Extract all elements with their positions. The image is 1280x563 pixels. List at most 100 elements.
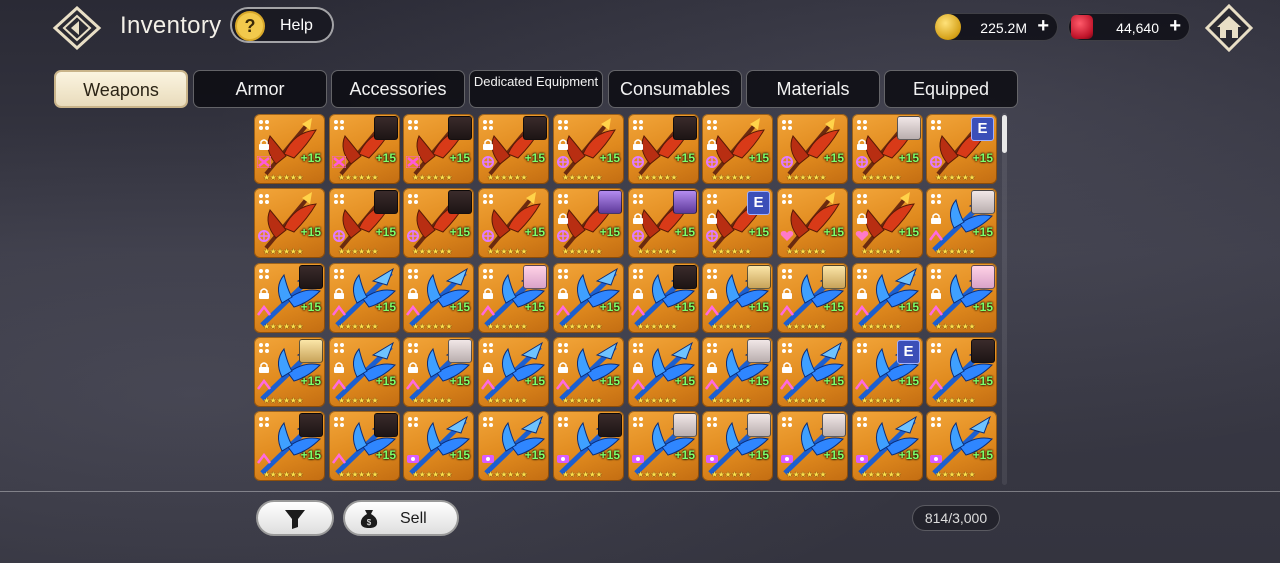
inventory-item[interactable]: +15 ★★★★★★ <box>553 411 624 481</box>
home-button[interactable] <box>1204 3 1254 53</box>
cross-class-icon <box>332 305 346 316</box>
inventory-item[interactable]: +15 ★★★★★★ <box>553 188 624 258</box>
enhance-level: +15 <box>748 151 769 165</box>
inventory-item[interactable]: +15 ★★★★★★ <box>777 188 848 258</box>
enhance-level: +15 <box>449 374 470 388</box>
hero-portrait <box>598 190 622 214</box>
inventory-item[interactable]: +15 ★★★★★★ <box>329 188 400 258</box>
inventory-item[interactable]: +15 ★★★★★★ <box>329 411 400 481</box>
inventory-item[interactable]: +15 ★★★★★★ <box>702 337 773 407</box>
inventory-item[interactable]: +15 ★★★★★★ <box>926 337 997 407</box>
inventory-item[interactable]: +15 ★★★★★★ <box>478 337 549 407</box>
inventory-item[interactable]: +15 ★★★★★★ <box>403 411 474 481</box>
option-dots-icon <box>558 343 570 355</box>
inventory-item[interactable]: +15 ★★★★★★ <box>478 114 549 184</box>
inventory-item[interactable]: +15 ★★★★★★ <box>777 337 848 407</box>
inventory-item[interactable]: +15 ★★★★★★ <box>852 188 923 258</box>
inventory-item[interactable]: +15 ★★★★★★ <box>852 114 923 184</box>
star-rating: ★★★★★★ <box>711 173 752 182</box>
inventory-item[interactable]: +15 ★★★★★★ <box>852 263 923 333</box>
tab-armor[interactable]: Armor <box>193 70 327 108</box>
star-rating: ★★★★★★ <box>338 247 379 256</box>
filter-button[interactable] <box>256 500 334 536</box>
inventory-item[interactable]: +15 ★★★★★★ <box>254 263 325 333</box>
sell-button[interactable]: $ Sell <box>343 500 459 536</box>
inventory-item[interactable]: +15 ★★★★★★ <box>553 263 624 333</box>
option-dots-icon <box>334 269 346 281</box>
inventory-item[interactable]: +15 ★★★★★★ <box>926 411 997 481</box>
tab-dedicated-equipment[interactable]: Dedicated Equipment <box>469 70 603 108</box>
inventory-item[interactable]: +15 ★★★★★★ <box>254 411 325 481</box>
hero-portrait <box>598 413 622 437</box>
inventory-grid[interactable]: +15 ★★★★★★ +15 ★★★★★★ +15 ★★★★★★ +15 ★★★★★★ +15 ★… <box>254 113 1000 485</box>
enhance-level: +15 <box>300 300 321 314</box>
inventory-item[interactable]: +15 ★★★★★★ <box>926 263 997 333</box>
tab-consumables[interactable]: Consumables <box>608 70 742 108</box>
inventory-item[interactable]: +15 ★★★★★★ <box>329 114 400 184</box>
inventory-item[interactable]: +15 ★★★★★★ <box>553 114 624 184</box>
add-gold-button[interactable]: + <box>1037 15 1049 38</box>
inventory-item[interactable]: +15 ★★★★★★ <box>702 114 773 184</box>
inventory-item[interactable]: +15 ★★★★★★ <box>777 411 848 481</box>
inventory-item[interactable]: +15 ★★★★★★ <box>852 411 923 481</box>
enhance-level: +15 <box>375 225 396 239</box>
inventory-item[interactable]: +15 ★★★★★★ <box>254 337 325 407</box>
cross-class-icon <box>556 305 570 316</box>
inventory-item[interactable]: +15 ★★★★★★ <box>628 337 699 407</box>
inventory-item[interactable]: +15 ★★★★★★ <box>702 263 773 333</box>
scrollbar-thumb[interactable] <box>1002 115 1007 153</box>
gem-currency[interactable]: 44,640 + <box>1068 13 1190 41</box>
inventory-item[interactable]: +15 ★★★★★★ <box>478 411 549 481</box>
inventory-item[interactable]: +15 ★★★★★★ <box>628 411 699 481</box>
lock-icon <box>259 288 269 299</box>
option-dots-icon <box>782 269 794 281</box>
hero-portrait <box>822 413 846 437</box>
inventory-item[interactable]: +15 ★★★★★★ <box>403 337 474 407</box>
lock-icon <box>707 139 717 150</box>
inventory-item[interactable]: E +15 ★★★★★★ <box>702 188 773 258</box>
inventory-item[interactable]: +15 ★★★★★★ <box>403 114 474 184</box>
help-button[interactable]: ? Help <box>230 7 334 43</box>
inventory-item[interactable]: +15 ★★★★★★ <box>329 337 400 407</box>
back-button[interactable] <box>52 5 102 51</box>
tab-weapons[interactable]: Weapons <box>54 70 188 108</box>
target-class-icon <box>781 156 793 168</box>
option-dots-icon <box>707 194 719 206</box>
magic-class-icon <box>781 455 793 463</box>
inventory-item[interactable]: +15 ★★★★★★ <box>329 263 400 333</box>
star-rating: ★★★★★★ <box>711 470 752 479</box>
inventory-item[interactable]: +15 ★★★★★★ <box>403 188 474 258</box>
enhance-level: +15 <box>823 448 844 462</box>
enhance-level: +15 <box>898 300 919 314</box>
inventory-item[interactable]: +15 ★★★★★★ <box>628 263 699 333</box>
gold-currency[interactable]: 225.2M + <box>934 13 1058 41</box>
inventory-item[interactable]: +15 ★★★★★★ <box>777 114 848 184</box>
inventory-item[interactable]: +15 ★★★★★★ <box>254 114 325 184</box>
inventory-item[interactable]: +15 ★★★★★★ <box>254 188 325 258</box>
option-dots-icon <box>857 269 869 281</box>
inventory-item[interactable]: E +15 ★★★★★★ <box>926 114 997 184</box>
inventory-item[interactable]: +15 ★★★★★★ <box>553 337 624 407</box>
inventory-item[interactable]: +15 ★★★★★★ <box>777 263 848 333</box>
lock-icon <box>633 362 643 373</box>
inventory-item[interactable]: +15 ★★★★★★ <box>628 114 699 184</box>
option-dots-icon <box>782 343 794 355</box>
equipped-badge: E <box>971 117 994 141</box>
option-dots-icon <box>558 194 570 206</box>
cross-class-icon <box>406 379 420 390</box>
inventory-item[interactable]: +15 ★★★★★★ <box>702 411 773 481</box>
tab-materials[interactable]: Materials <box>746 70 880 108</box>
inventory-item[interactable]: +15 ★★★★★★ <box>478 188 549 258</box>
inventory-item[interactable]: E +15 ★★★★★★ <box>852 337 923 407</box>
enhance-level: +15 <box>674 300 695 314</box>
tab-equipped[interactable]: Equipped <box>884 70 1018 108</box>
tab-accessories[interactable]: Accessories <box>331 70 465 108</box>
inventory-item[interactable]: +15 ★★★★★★ <box>403 263 474 333</box>
add-gems-button[interactable]: + <box>1169 15 1181 38</box>
enhance-level: +15 <box>524 225 545 239</box>
inventory-item[interactable]: +15 ★★★★★★ <box>478 263 549 333</box>
inventory-item[interactable]: +15 ★★★★★★ <box>628 188 699 258</box>
inventory-item[interactable]: +15 ★★★★★★ <box>926 188 997 258</box>
lock-icon <box>259 362 269 373</box>
scrollbar-track[interactable] <box>1002 113 1007 485</box>
